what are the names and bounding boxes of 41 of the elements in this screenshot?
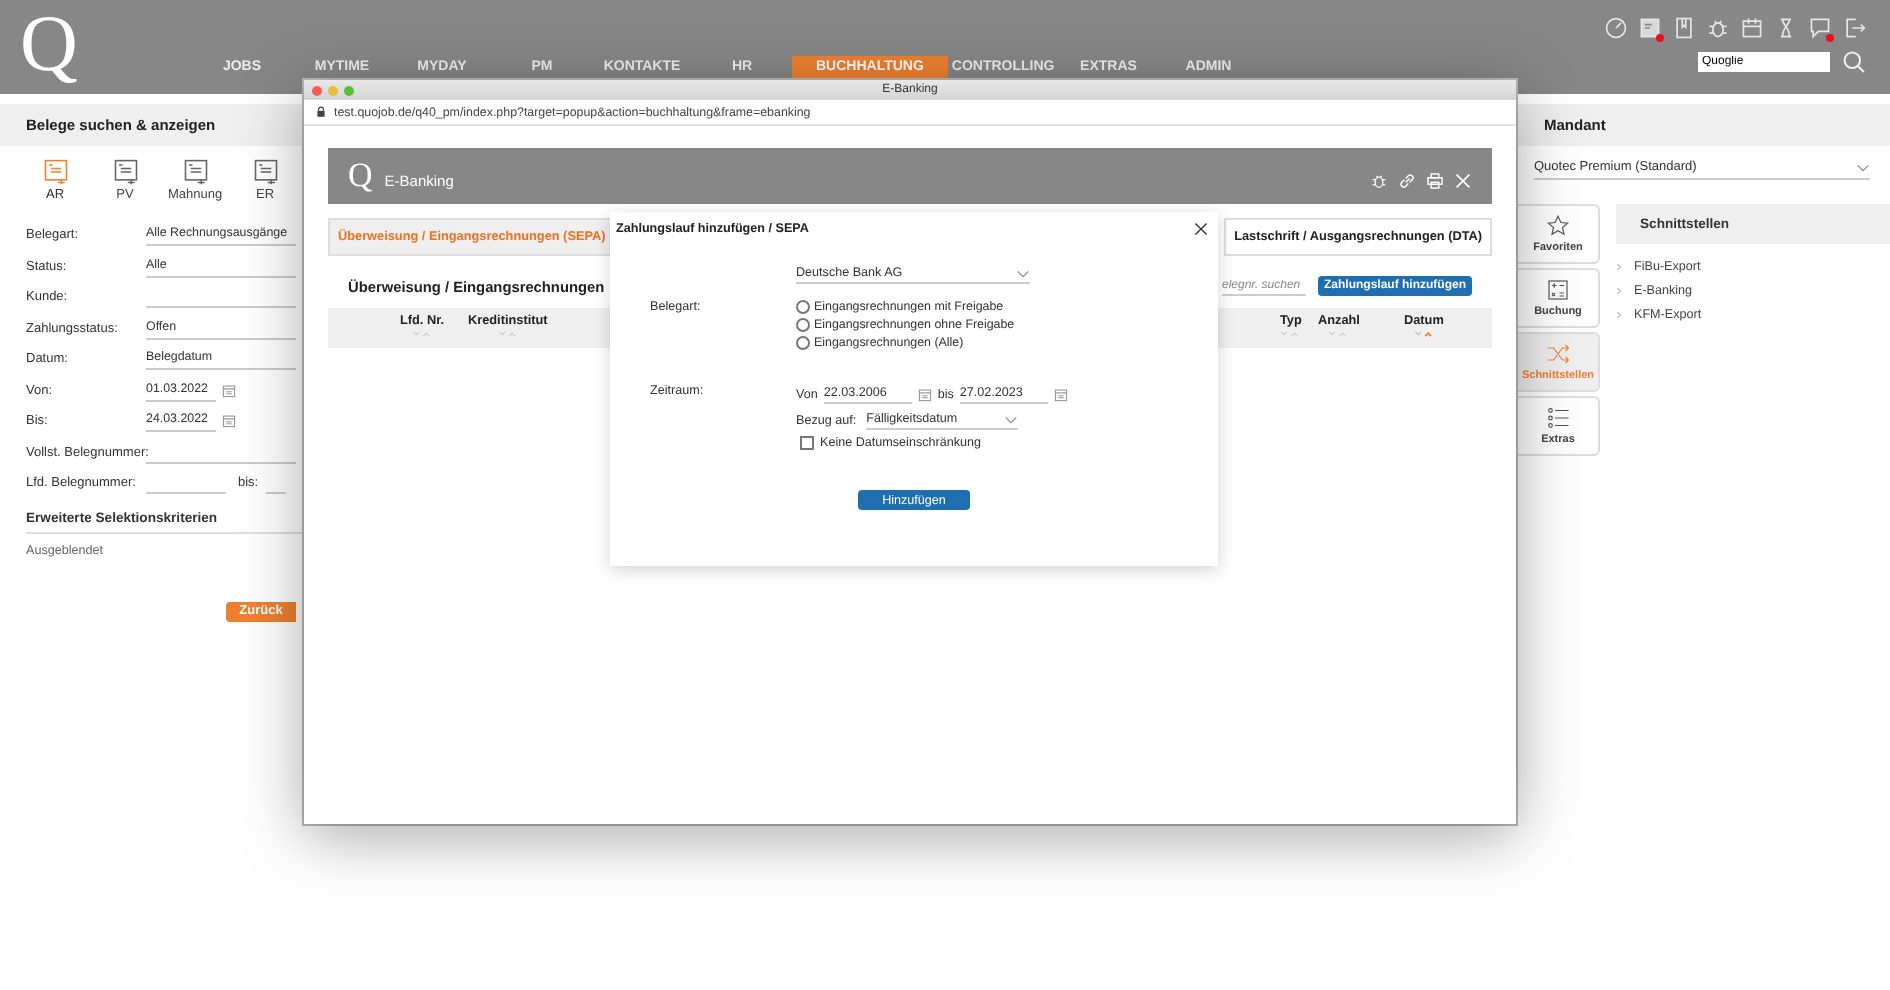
document-icon bbox=[111, 158, 139, 186]
bug-icon[interactable] bbox=[1370, 171, 1388, 189]
document-icon bbox=[41, 158, 69, 186]
logo: Q bbox=[348, 156, 373, 196]
calendar-icon[interactable] bbox=[1053, 387, 1068, 401]
calculator-icon bbox=[1546, 278, 1570, 302]
shuffle-icon bbox=[1546, 342, 1570, 366]
chevron-right-icon bbox=[1616, 309, 1622, 320]
chevron-down-icon bbox=[1016, 269, 1030, 277]
search-icon[interactable] bbox=[1842, 50, 1866, 74]
maximize-window-icon[interactable] bbox=[344, 85, 354, 95]
logout-icon[interactable] bbox=[1842, 16, 1866, 40]
list-icon bbox=[1546, 406, 1570, 430]
chevron-down-icon bbox=[1856, 163, 1870, 171]
notification-dot bbox=[1826, 34, 1834, 42]
notification-dot bbox=[1656, 34, 1664, 42]
calendar-icon[interactable] bbox=[222, 383, 236, 398]
calendar-icon[interactable] bbox=[917, 387, 932, 401]
close-icon[interactable] bbox=[1194, 222, 1208, 236]
link-icon[interactable] bbox=[1398, 171, 1416, 189]
radio-button[interactable] bbox=[796, 336, 810, 350]
card-icon[interactable] bbox=[1638, 16, 1662, 40]
document-icon bbox=[181, 158, 209, 186]
lock-icon bbox=[316, 106, 326, 118]
book-icon[interactable] bbox=[1672, 16, 1696, 40]
chevron-right-icon bbox=[1616, 261, 1622, 272]
document-icon bbox=[251, 158, 279, 186]
bug-icon[interactable] bbox=[1706, 16, 1730, 40]
radio-button[interactable] bbox=[796, 318, 810, 332]
calendar-icon[interactable] bbox=[222, 414, 236, 429]
calendar-icon[interactable] bbox=[1740, 16, 1764, 40]
chat-icon[interactable] bbox=[1808, 16, 1832, 40]
gauge-icon[interactable] bbox=[1604, 16, 1628, 40]
checkbox[interactable] bbox=[800, 436, 814, 450]
logo: Q bbox=[20, 0, 80, 92]
star-icon bbox=[1546, 214, 1570, 238]
chevron-down-icon bbox=[1004, 415, 1019, 423]
print-icon[interactable] bbox=[1426, 171, 1444, 189]
close-window-icon[interactable] bbox=[312, 85, 322, 95]
radio-button[interactable] bbox=[796, 300, 810, 314]
chevron-right-icon bbox=[1616, 285, 1622, 296]
